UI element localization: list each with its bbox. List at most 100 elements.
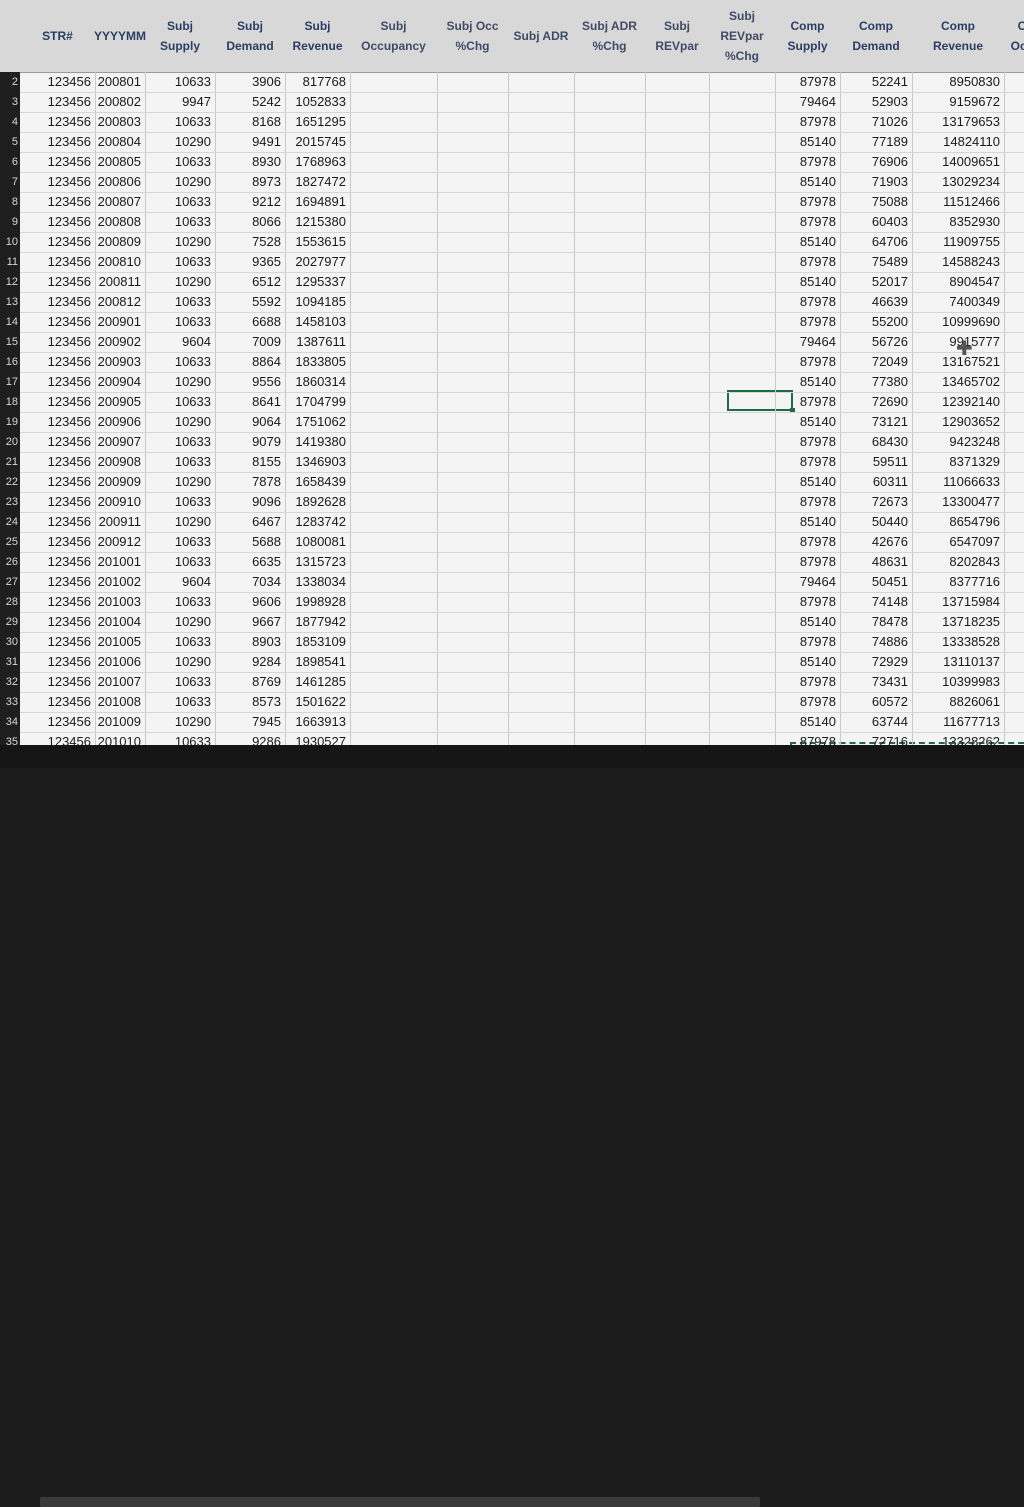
row-number[interactable]: 23 — [0, 492, 20, 512]
table-cell-subj_supply[interactable]: 10290 — [145, 472, 215, 492]
table-cell-subj_supply[interactable]: 10633 — [145, 592, 215, 612]
table-cell-comp_supply[interactable]: 85140 — [775, 272, 840, 292]
table-cell-comp_revenue[interactable]: 10999690 — [912, 312, 1004, 332]
table-cell-str[interactable]: 123456 — [20, 632, 95, 652]
table-cell-str[interactable]: 123456 — [20, 732, 95, 745]
row-number[interactable]: 5 — [0, 132, 20, 152]
table-cell-comp_demand[interactable]: 78478 — [840, 612, 912, 632]
table-cell-comp_revenue[interactable]: 11677713 — [912, 712, 1004, 732]
table-cell-str[interactable]: 123456 — [20, 552, 95, 572]
table-cell-str[interactable]: 123456 — [20, 612, 95, 632]
table-cell-subj_supply[interactable]: 10633 — [145, 212, 215, 232]
table-cell-subj_revenue[interactable]: 1827472 — [285, 172, 350, 192]
table-cell-subj_demand[interactable]: 7528 — [215, 232, 285, 252]
table-cell-yyyymm[interactable]: 200809 — [95, 232, 145, 252]
table-cell-subj_demand[interactable]: 5592 — [215, 292, 285, 312]
table-cell-subj_revenue[interactable]: 1080081 — [285, 532, 350, 552]
row-number[interactable]: 7 — [0, 172, 20, 192]
table-cell-subj_demand[interactable]: 8066 — [215, 212, 285, 232]
table-cell-str[interactable]: 123456 — [20, 572, 95, 592]
table-cell-comp_demand[interactable]: 72929 — [840, 652, 912, 672]
table-cell-comp_supply[interactable]: 85140 — [775, 372, 840, 392]
table-cell-comp_revenue[interactable]: 9159672 — [912, 92, 1004, 112]
table-cell-yyyymm[interactable]: 200903 — [95, 352, 145, 372]
row-number[interactable]: 13 — [0, 292, 20, 312]
table-cell-comp_demand[interactable]: 73431 — [840, 672, 912, 692]
table-cell-comp_demand[interactable]: 68430 — [840, 432, 912, 452]
table-cell-subj_demand[interactable]: 6467 — [215, 512, 285, 532]
table-cell-subj_supply[interactable]: 10633 — [145, 532, 215, 552]
table-cell-str[interactable]: 123456 — [20, 352, 95, 372]
table-cell-comp_demand[interactable]: 59511 — [840, 452, 912, 472]
table-cell-subj_revenue[interactable]: 1458103 — [285, 312, 350, 332]
table-cell-comp_demand[interactable]: 50451 — [840, 572, 912, 592]
row-number[interactable]: 22 — [0, 472, 20, 492]
table-cell-subj_revenue[interactable]: 1853109 — [285, 632, 350, 652]
table-cell-comp_revenue[interactable]: 10399983 — [912, 672, 1004, 692]
row-number[interactable]: 26 — [0, 552, 20, 572]
table-cell-subj_demand[interactable]: 8864 — [215, 352, 285, 372]
table-cell-yyyymm[interactable]: 200910 — [95, 492, 145, 512]
table-cell-comp_revenue[interactable]: 14009651 — [912, 152, 1004, 172]
table-cell-subj_revenue[interactable]: 1553615 — [285, 232, 350, 252]
row-number[interactable]: 27 — [0, 572, 20, 592]
table-cell-str[interactable]: 123456 — [20, 452, 95, 472]
table-cell-subj_demand[interactable]: 9667 — [215, 612, 285, 632]
row-number[interactable]: 19 — [0, 412, 20, 432]
table-cell-subj_revenue[interactable]: 2027977 — [285, 252, 350, 272]
table-cell-yyyymm[interactable]: 200804 — [95, 132, 145, 152]
column-header-subj_occ[interactable]: Subj Occupancy — [350, 0, 437, 72]
table-cell-comp_supply[interactable]: 85140 — [775, 652, 840, 672]
table-cell-comp_demand[interactable]: 56726 — [840, 332, 912, 352]
table-cell-subj_revenue[interactable]: 1930527 — [285, 732, 350, 745]
table-cell-yyyymm[interactable]: 200902 — [95, 332, 145, 352]
table-cell-comp_demand[interactable]: 71903 — [840, 172, 912, 192]
table-cell-str[interactable]: 123456 — [20, 212, 95, 232]
table-cell-comp_supply[interactable]: 85140 — [775, 412, 840, 432]
table-cell-str[interactable]: 123456 — [20, 332, 95, 352]
table-cell-comp_supply[interactable]: 87978 — [775, 252, 840, 272]
table-cell-comp_demand[interactable]: 72716 — [840, 732, 912, 745]
table-cell-yyyymm[interactable]: 200909 — [95, 472, 145, 492]
table-cell-str[interactable]: 123456 — [20, 532, 95, 552]
table-cell-subj_revenue[interactable]: 1860314 — [285, 372, 350, 392]
table-cell-comp_supply[interactable]: 85140 — [775, 712, 840, 732]
table-cell-comp_supply[interactable]: 87978 — [775, 672, 840, 692]
table-cell-subj_revenue[interactable]: 1651295 — [285, 112, 350, 132]
row-number[interactable]: 9 — [0, 212, 20, 232]
table-cell-subj_supply[interactable]: 10633 — [145, 112, 215, 132]
table-cell-yyyymm[interactable]: 200807 — [95, 192, 145, 212]
column-header-subj_occ_chg[interactable]: Subj Occ %Chg — [437, 0, 508, 72]
row-number[interactable]: 11 — [0, 252, 20, 272]
row-number[interactable]: 30 — [0, 632, 20, 652]
table-cell-subj_demand[interactable]: 8168 — [215, 112, 285, 132]
table-cell-comp_supply[interactable]: 87978 — [775, 72, 840, 92]
table-cell-comp_supply[interactable]: 79464 — [775, 572, 840, 592]
row-number[interactable]: 8 — [0, 192, 20, 212]
row-number[interactable]: 16 — [0, 352, 20, 372]
table-cell-str[interactable]: 123456 — [20, 692, 95, 712]
table-cell-comp_revenue[interactable]: 13338528 — [912, 632, 1004, 652]
table-cell-comp_revenue[interactable]: 13465702 — [912, 372, 1004, 392]
table-cell-subj_revenue[interactable]: 1751062 — [285, 412, 350, 432]
row-number[interactable]: 28 — [0, 592, 20, 612]
table-cell-comp_supply[interactable]: 87978 — [775, 212, 840, 232]
table-cell-yyyymm[interactable]: 201004 — [95, 612, 145, 632]
row-number[interactable]: 2 — [0, 72, 20, 92]
table-cell-comp_revenue[interactable]: 13300477 — [912, 492, 1004, 512]
table-cell-comp_supply[interactable]: 87978 — [775, 112, 840, 132]
table-cell-comp_revenue[interactable]: 9423248 — [912, 432, 1004, 452]
table-cell-subj_demand[interactable]: 9212 — [215, 192, 285, 212]
column-header-subj_supply[interactable]: Subj Supply — [145, 0, 215, 72]
table-cell-subj_supply[interactable]: 10633 — [145, 312, 215, 332]
table-cell-comp_revenue[interactable]: 8826061 — [912, 692, 1004, 712]
table-cell-subj_supply[interactable]: 10633 — [145, 252, 215, 272]
table-cell-subj_demand[interactable]: 9491 — [215, 132, 285, 152]
table-cell-subj_demand[interactable]: 6512 — [215, 272, 285, 292]
table-cell-comp_revenue[interactable]: 12903652 — [912, 412, 1004, 432]
table-cell-str[interactable]: 123456 — [20, 92, 95, 112]
table-cell-yyyymm[interactable]: 200802 — [95, 92, 145, 112]
table-cell-subj_supply[interactable]: 10633 — [145, 352, 215, 372]
table-cell-str[interactable]: 123456 — [20, 252, 95, 272]
row-number[interactable]: 14 — [0, 312, 20, 332]
